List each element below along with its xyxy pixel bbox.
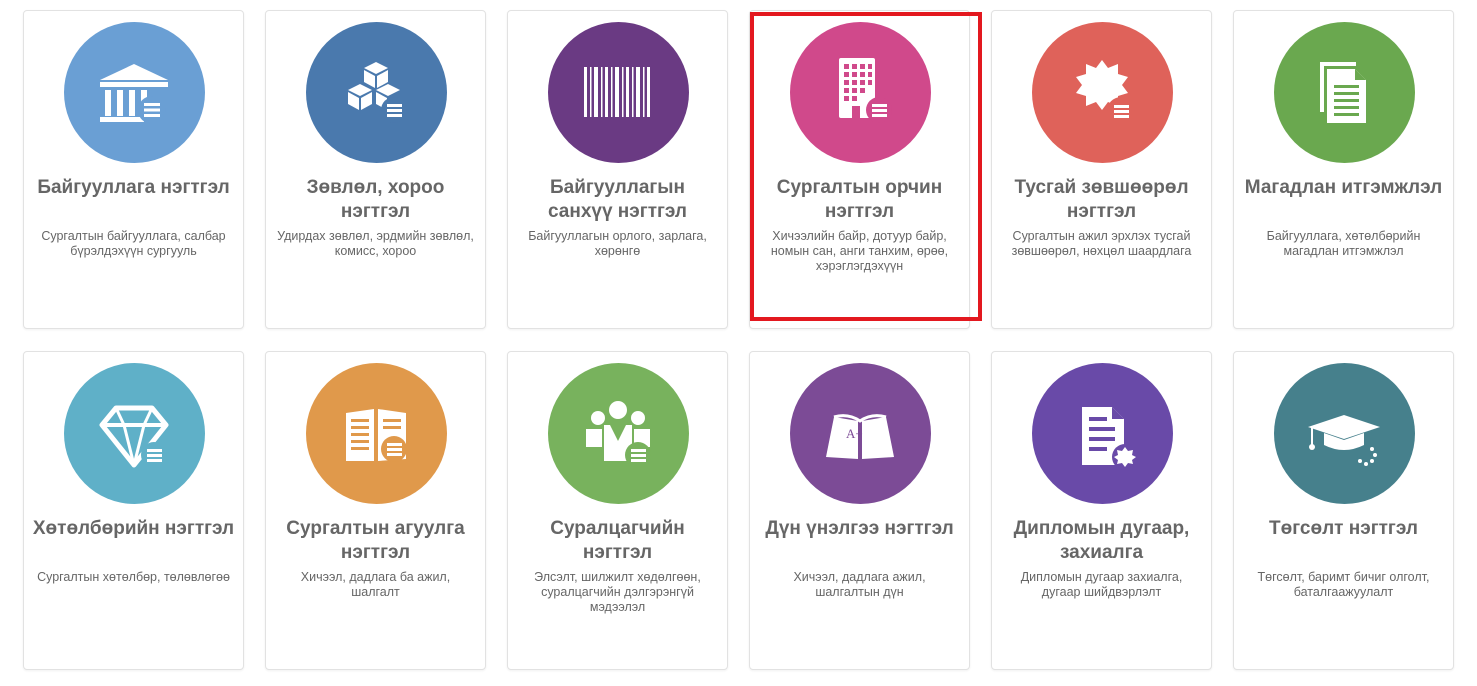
card-description: Сургалтын ажил эрхлэх тусгай зөвшөөрөл, …	[1011, 229, 1192, 258]
building-icon	[839, 58, 892, 123]
card-students[interactable]: Суралцагчийн нэгтгэл Элсэлт, шилжилт хөд…	[507, 351, 728, 670]
card-icon-circle	[306, 22, 447, 163]
card-graduation[interactable]: Төгсөлт нэгтгэл Төгсөлт, баримт бичиг ол…	[1233, 351, 1454, 670]
book-icon	[346, 409, 407, 462]
card-icon-circle	[306, 363, 447, 504]
card-title: Байгууллага нэгтгэл	[37, 177, 230, 198]
card-accreditation[interactable]: Магадлан итгэмжлэл Байгууллага, хөтөлбөр…	[1233, 10, 1454, 329]
card-icon-circle	[548, 363, 689, 504]
card-icon-circle	[1032, 22, 1173, 163]
barcode-icon	[584, 67, 650, 117]
card-title: Төгсөлт нэгтгэл	[1269, 518, 1418, 539]
card-description: Дипломын дугаар захиалга, дугаар шийдвэр…	[1020, 570, 1183, 599]
students-icon	[586, 401, 651, 468]
card-license[interactable]: Тусгай зөвшөөрөл нэгтгэл Сургалтын ажил …	[991, 10, 1212, 329]
card-title: Дипломын дугаар, захиалга	[1013, 518, 1190, 563]
card-environment[interactable]: Сургалтын орчин нэгтгэл Хичээлийн байр, …	[749, 10, 970, 329]
card-icon-circle	[1274, 22, 1415, 163]
card-title: Магадлан итгэмжлэл	[1244, 177, 1443, 198]
card-icon-circle	[1274, 363, 1415, 504]
cubes-icon	[348, 62, 407, 123]
card-finance[interactable]: Байгууллагын санхүү нэгтгэл Байгууллагын…	[507, 10, 728, 329]
card-title: Дүн үнэлгээ нэгтгэл	[765, 518, 954, 539]
diamond-icon	[99, 405, 169, 468]
graduation-cap-icon	[1308, 415, 1380, 466]
grade-book-icon: A+	[826, 414, 894, 459]
card-description: Хичээл, дадлага ажил, шалгалтын дүн	[793, 570, 926, 599]
card-icon-circle	[548, 22, 689, 163]
card-icon-circle	[64, 363, 205, 504]
card-icon-circle	[1032, 363, 1173, 504]
card-description: Сургалтын байгууллага, салбар бүрэлдэхүү…	[41, 229, 226, 258]
card-title: Сургалтын агуулга нэгтгэл	[286, 518, 465, 563]
card-diploma[interactable]: Дипломын дугаар, захиалга Дипломын дугаа…	[991, 351, 1212, 670]
card-title: Суралцагчийн нэгтгэл	[550, 518, 685, 563]
card-icon-circle: A+	[790, 363, 931, 504]
card-program[interactable]: Хөтөлбөрийн нэгтгэл Сургалтын хөтөлбөр, …	[23, 351, 244, 670]
documents-icon	[1320, 62, 1366, 123]
certificate-icon	[1076, 60, 1135, 125]
diploma-file-icon	[1082, 407, 1138, 470]
card-description: Хичээлийн байр, дотуур байр, номын сан, …	[770, 229, 949, 273]
card-institution[interactable]: Байгууллага нэгтгэл Сургалтын байгууллаг…	[23, 10, 244, 329]
card-content[interactable]: Сургалтын агуулга нэгтгэл Хичээл, дадлаг…	[265, 351, 486, 670]
card-description: Элсэлт, шилжилт хөдөлгөөн, суралцагчийн …	[534, 570, 701, 614]
card-title: Сургалтын орчин нэгтгэл	[776, 177, 943, 222]
card-description: Сургалтын хөтөлбөр, төлөвлөгөө	[37, 570, 230, 584]
card-icon-circle	[790, 22, 931, 163]
card-description: Байгууллагын орлого, зарлага, хөрөнгө	[528, 229, 707, 258]
card-title: Зөвлөл, хороо нэгтгэл	[306, 177, 445, 222]
card-title: Хөтөлбөрийн нэгтгэл	[32, 518, 235, 539]
grade-label: A+	[846, 426, 863, 441]
card-council[interactable]: Зөвлөл, хороо нэгтгэл Удирдах зөвлөл, эр…	[265, 10, 486, 329]
card-description: Төгсөлт, баримт бичиг олголт, баталгаажу…	[1257, 570, 1430, 599]
card-description: Удирдах зөвлөл, эрдмийн зөвлөл, комисс, …	[277, 229, 474, 258]
card-icon-circle	[64, 22, 205, 163]
institution-icon	[100, 64, 168, 124]
card-title: Байгууллагын санхүү нэгтгэл	[547, 177, 687, 222]
card-title: Тусгай зөвшөөрөл нэгтгэл	[1014, 177, 1189, 222]
card-description: Байгууллага, хөтөлбөрийн магадлан итгэмж…	[1266, 229, 1421, 258]
card-description: Хичээл, дадлага ба ажил, шалгалт	[300, 570, 451, 599]
card-grades[interactable]: A+ Дүн үнэлгээ нэгтгэл Хичээл, дадлага а…	[749, 351, 970, 670]
